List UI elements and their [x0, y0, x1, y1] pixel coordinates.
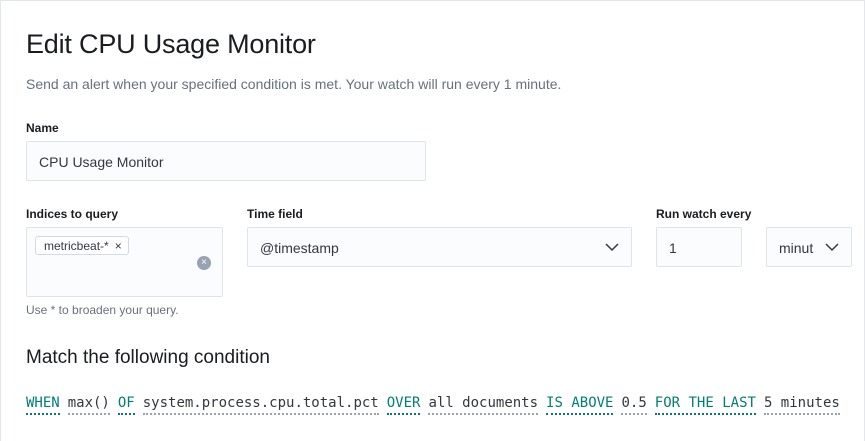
run-interval-input[interactable]: 1	[656, 227, 742, 267]
when-keyword[interactable]: WHEN	[26, 395, 60, 415]
time-field-value: @timestamp	[260, 240, 339, 256]
time-field-select[interactable]: @timestamp	[247, 227, 632, 267]
threshold-value[interactable]: 0.5	[621, 395, 647, 415]
indices-label: Indices to query	[26, 207, 119, 221]
indices-combobox[interactable]: metricbeat-* × ×	[26, 227, 223, 297]
name-input-value: CPU Usage Monitor	[39, 154, 164, 170]
chevron-down-icon	[825, 243, 839, 252]
threshold-keyword[interactable]: IS ABOVE	[546, 395, 614, 415]
edit-watch-panel: Edit CPU Usage Monitor Send an alert whe…	[0, 0, 865, 441]
page-subtitle: Send an alert when your specified condit…	[26, 76, 562, 92]
run-watch-label: Run watch every	[656, 207, 752, 221]
condition-heading: Match the following condition	[26, 347, 270, 368]
run-interval-value: 1	[669, 240, 677, 256]
index-pill: metricbeat-* ×	[35, 236, 129, 255]
time-field-label: Time field	[247, 207, 303, 221]
run-unit-select[interactable]: minut	[766, 227, 852, 267]
over-value[interactable]: all documents	[428, 395, 539, 415]
time-window-keyword[interactable]: FOR THE LAST	[654, 395, 756, 415]
condition-expression: WHEN max() OF system.process.cpu.total.pct O…	[26, 395, 840, 415]
indices-help-text: Use * to broaden your query.	[26, 303, 179, 317]
run-unit-value: minut	[779, 240, 814, 256]
index-pill-label: metricbeat-*	[44, 239, 109, 253]
aggregation-value[interactable]: max()	[67, 395, 110, 415]
over-keyword[interactable]: OVER	[386, 395, 421, 415]
clear-indices-icon[interactable]: ×	[197, 256, 211, 270]
field-value[interactable]: system.process.cpu.total.pct	[142, 395, 379, 415]
chevron-down-icon	[605, 243, 619, 252]
remove-pill-icon[interactable]: ×	[115, 239, 122, 253]
name-input[interactable]: CPU Usage Monitor	[26, 141, 426, 181]
page-title: Edit CPU Usage Monitor	[26, 29, 316, 59]
time-window-value[interactable]: 5 minutes	[763, 395, 840, 415]
of-keyword[interactable]: OF	[117, 395, 135, 415]
name-label: Name	[26, 121, 59, 135]
